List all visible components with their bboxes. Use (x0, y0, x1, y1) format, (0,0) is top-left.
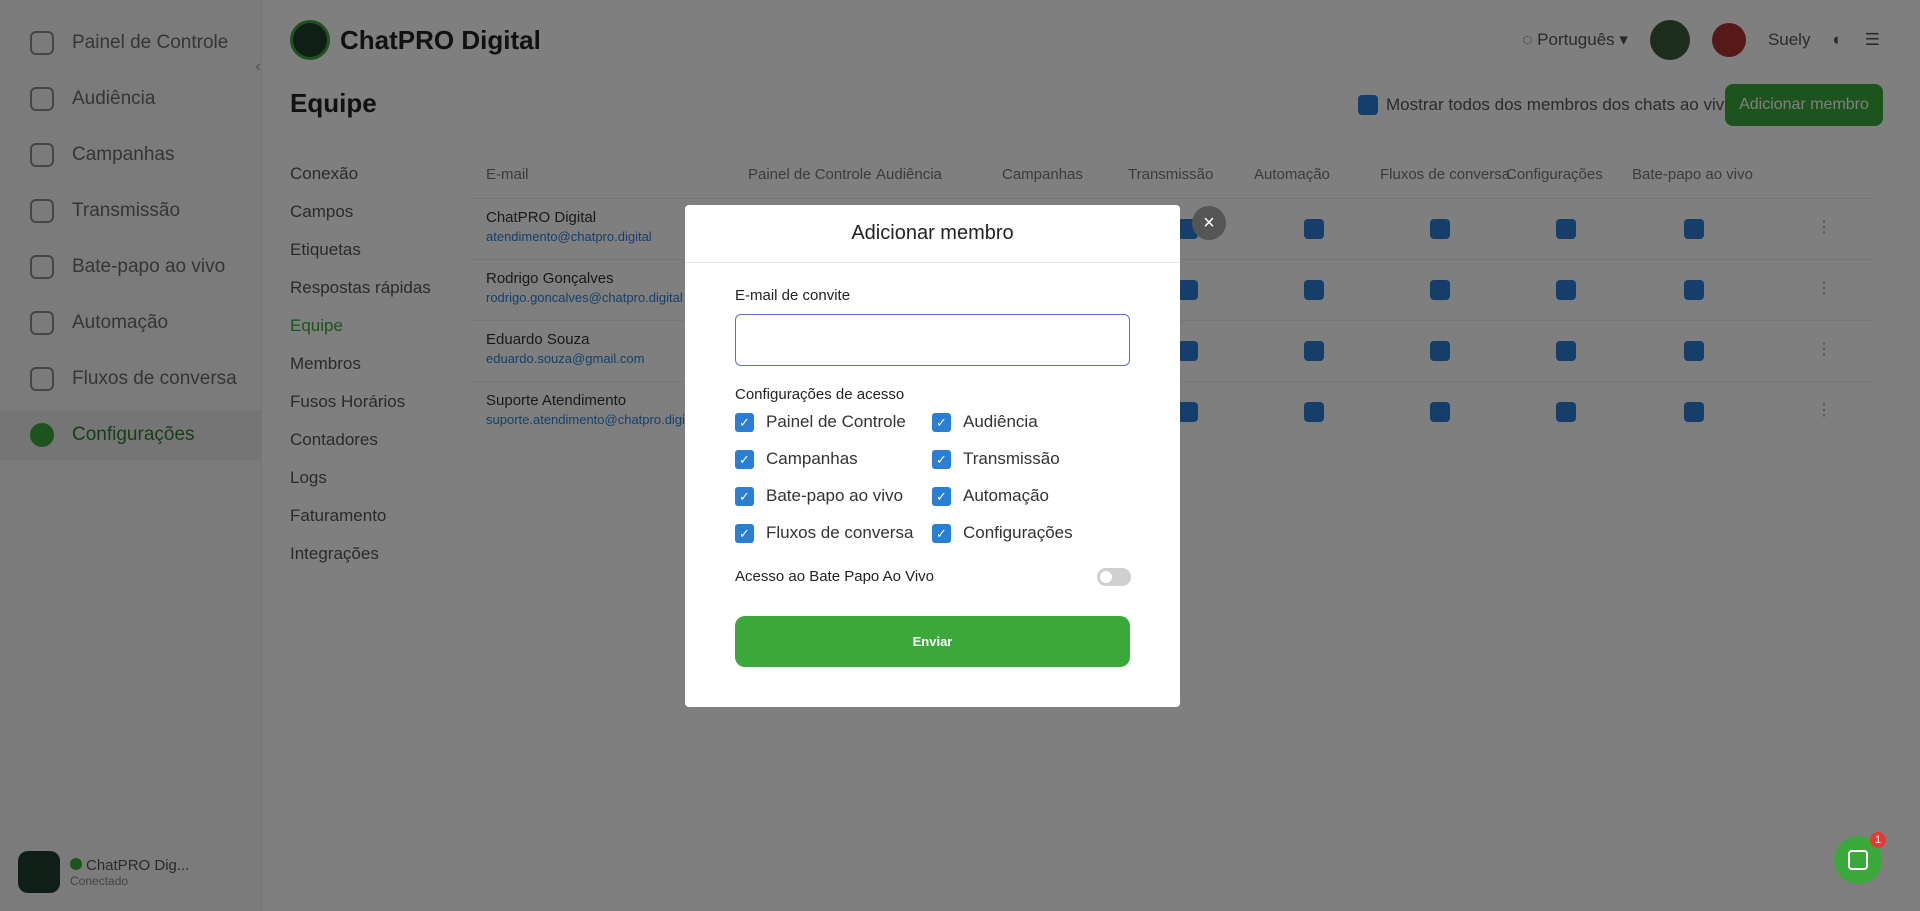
notification-badge: 1 (1870, 832, 1886, 848)
check-icon[interactable]: ✓ (932, 449, 951, 469)
modal-title: Adicionar membro (685, 205, 1180, 263)
check-icon[interactable]: ✓ (932, 523, 951, 543)
email-label: E-mail de convite (735, 287, 851, 304)
live-chat-access-label: Acesso ao Bate Papo Ao Vivo (735, 568, 935, 585)
permission-audience[interactable]: ✓ Audiência (932, 412, 1038, 432)
email-field[interactable] (735, 314, 1130, 366)
permission-flows[interactable]: ✓ Fluxos de conversa (735, 523, 913, 543)
permission-automation[interactable]: ✓ Automação (932, 486, 1049, 506)
permission-live-chat[interactable]: ✓ Bate-papo ao vivo (735, 486, 903, 506)
close-icon[interactable]: × (1192, 206, 1226, 240)
permission-broadcast[interactable]: ✓ Transmissão (932, 449, 1060, 469)
check-icon[interactable]: ✓ (735, 412, 754, 432)
check-icon[interactable]: ✓ (735, 523, 754, 543)
send-button[interactable]: Enviar (735, 616, 1130, 667)
check-icon[interactable]: ✓ (932, 486, 951, 506)
check-icon[interactable]: ✓ (735, 486, 754, 506)
permission-campaigns[interactable]: ✓ Campanhas (735, 449, 858, 469)
access-settings-label: Configurações de acesso (735, 386, 905, 403)
live-chat-toggle[interactable] (1097, 568, 1131, 586)
add-member-modal: Adicionar membro E-mail de convite Confi… (685, 205, 1180, 707)
support-chat-button[interactable]: 1 (1834, 832, 1886, 884)
check-icon[interactable]: ✓ (932, 412, 951, 432)
permission-dashboard[interactable]: ✓ Painel de Controle (735, 412, 906, 432)
permission-settings[interactable]: ✓ Configurações (932, 523, 1073, 543)
check-icon[interactable]: ✓ (735, 449, 754, 469)
chat-bubble-icon (1848, 850, 1868, 870)
